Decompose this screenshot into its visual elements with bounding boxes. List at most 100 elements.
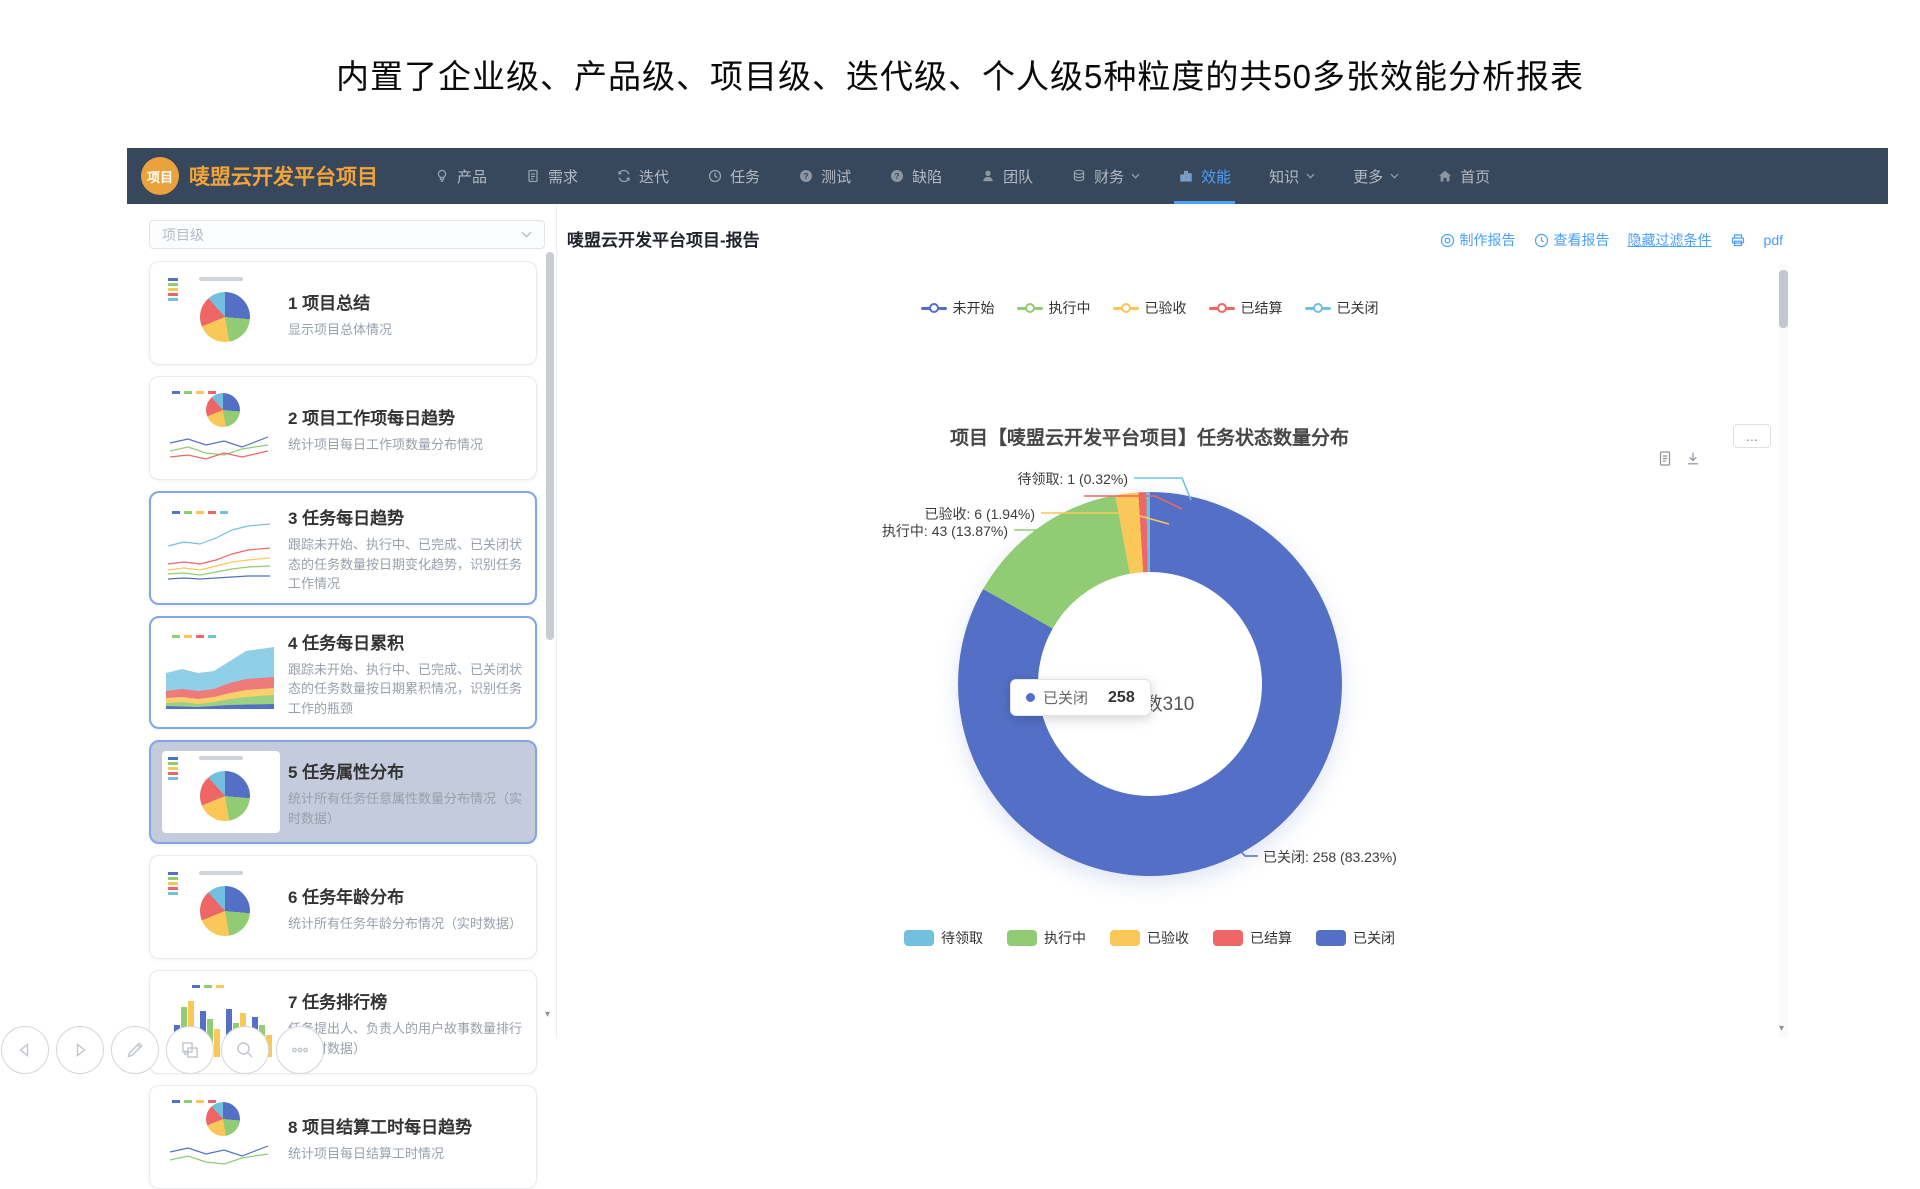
sidebar-scrollbar-thumb[interactable]: [546, 252, 554, 640]
sidebar-scroll-down-arrow[interactable]: ▾: [545, 1010, 550, 1020]
report-level-select[interactable]: 项目级: [149, 220, 545, 249]
callout-pending: 待领取: 1 (0.32%): [1018, 469, 1128, 489]
nav-item-iteration[interactable]: 迭代: [616, 148, 669, 204]
callout-closed: 已关闭: 258 (83.23%): [1263, 847, 1397, 867]
tooltip-series-dot: [1026, 693, 1035, 702]
card-thumbnail-pie-line: [162, 387, 280, 469]
chart-tooltip: 已关闭 258: [1010, 679, 1151, 716]
report-card-2[interactable]: 2 项目工作项每日趋势 统计项目每日工作项数量分布情况: [149, 376, 537, 480]
report-card-5-selected[interactable]: 5 任务属性分布 统计所有任务任意属性数量分布情况（实时数据）: [149, 740, 537, 844]
legend-item-closed[interactable]: 已关闭: [1305, 298, 1379, 318]
question-circle-icon: ?: [798, 168, 814, 184]
chart-more-button[interactable]: ...: [1733, 424, 1771, 448]
chevron-down-icon: [1390, 173, 1399, 179]
report-card-3[interactable]: 3 任务每日趋势 跟踪未开始、执行中、已完成、已关闭状态的任务数量按日期变化趋势…: [149, 491, 537, 605]
clock-icon: [707, 168, 723, 184]
tooltip-series-value: 258: [1108, 689, 1135, 707]
legend-item-running[interactable]: 执行中: [1007, 928, 1086, 948]
card-thumbnail-pie: [162, 751, 280, 833]
card-thumbnail-line: [162, 507, 280, 589]
nav-item-finance[interactable]: 财务: [1071, 148, 1140, 204]
file-icon: [525, 168, 541, 184]
nav-item-more[interactable]: 更多: [1353, 148, 1399, 204]
report-card-4[interactable]: 4 任务每日累积 跟踪未开始、执行中、已完成、已关闭状态的任务数量按日期累积情况…: [149, 616, 537, 730]
pen-button[interactable]: [111, 1026, 159, 1074]
slide-overview-button[interactable]: [166, 1026, 214, 1074]
report-sidebar: 项目级 1 项目总结 显示项目总体情况: [127, 204, 557, 1038]
arrow-left-icon: [14, 1039, 36, 1061]
svg-text:?: ?: [803, 171, 808, 181]
printer-icon: [1730, 233, 1746, 248]
chevron-down-icon: [1131, 173, 1140, 179]
chart-toolbox: [1657, 450, 1701, 467]
chevron-down-icon: [1306, 173, 1315, 179]
bug-icon: ?: [889, 168, 905, 184]
select-placeholder: 项目级: [162, 225, 204, 245]
card-thumbnail-area: [162, 631, 280, 713]
ellipsis-icon: [289, 1039, 311, 1061]
view-report-link[interactable]: 查看报告: [1534, 230, 1610, 250]
pen-icon: [124, 1039, 146, 1061]
trend-chart-legend: 未开始 执行中 已验收 已结算 已关闭: [557, 298, 1742, 318]
project-name[interactable]: 唛盟云开发平台项目: [189, 161, 378, 191]
person-icon: [980, 168, 996, 184]
magnifier-icon: [234, 1039, 256, 1061]
nav-menu: 产品 需求 迭代 任务 ? 测试 ? 缺陷: [434, 148, 1490, 204]
nav-item-knowledge[interactable]: 知识: [1269, 148, 1315, 204]
legend-item-running[interactable]: 执行中: [1017, 298, 1091, 318]
more-options-button[interactable]: [276, 1026, 324, 1074]
nav-item-product[interactable]: 产品: [434, 148, 487, 204]
report-card-1[interactable]: 1 项目总结 显示项目总体情况: [149, 261, 537, 365]
next-slide-button[interactable]: [56, 1026, 104, 1074]
arrow-right-icon: [69, 1039, 91, 1061]
legend-item-settled[interactable]: 已结算: [1213, 928, 1292, 948]
svg-text:?: ?: [894, 171, 899, 181]
nav-item-team[interactable]: 团队: [980, 148, 1033, 204]
report-card-6[interactable]: 6 任务年龄分布 统计所有任务年龄分布情况（实时数据）: [149, 855, 537, 959]
navbar: 项目 唛盟云开发平台项目 产品 需求 迭代 任务 ? 测试: [127, 148, 1888, 204]
main-scrollbar[interactable]: [1779, 264, 1788, 1038]
target-icon: [1440, 233, 1455, 248]
app-window: 项目 唛盟云开发平台项目 产品 需求 迭代 任务 ? 测试: [127, 148, 1888, 1038]
card-thumbnail-pie: [162, 866, 280, 948]
tooltip-series-name: 已关闭: [1043, 687, 1088, 708]
project-logo-badge: 项目: [141, 157, 179, 195]
card-thumbnail-pie-line: [162, 1096, 280, 1178]
nav-item-task[interactable]: 任务: [707, 148, 760, 204]
legend-item-settled[interactable]: 已结算: [1209, 298, 1283, 318]
zoom-button[interactable]: [221, 1026, 269, 1074]
report-main: 唛盟云开发平台项目-报告 制作报告 查看报告 隐藏过滤条件 pdf: [557, 204, 1888, 1038]
print-button[interactable]: [1730, 233, 1746, 248]
hide-filter-link[interactable]: 隐藏过滤条件: [1628, 230, 1712, 250]
main-scrollbar-thumb[interactable]: [1779, 270, 1788, 328]
legend-item-accepted[interactable]: 已验收: [1110, 928, 1189, 948]
card-thumbnail-pie: [162, 272, 280, 354]
clock-icon: [1534, 233, 1549, 248]
iterate-icon: [616, 168, 632, 184]
pie-legend: 待领取 执行中 已验收 已结算 已关闭: [557, 928, 1742, 948]
callout-running: 执行中: 43 (13.87%): [882, 521, 1008, 541]
home-icon: [1437, 168, 1453, 184]
legend-item-not-started[interactable]: 未开始: [921, 298, 995, 318]
sidebar-scrollbar[interactable]: [546, 252, 554, 1012]
bar-chart-icon: [1178, 168, 1194, 184]
slides-icon: [179, 1039, 201, 1061]
nav-item-home[interactable]: 首页: [1437, 148, 1490, 204]
nav-item-test[interactable]: ? 测试: [798, 148, 851, 204]
chevron-down-icon: [521, 231, 532, 238]
legend-item-accepted[interactable]: 已验收: [1113, 298, 1187, 318]
pdf-link[interactable]: pdf: [1764, 232, 1783, 248]
slide-heading: 内置了企业级、产品级、项目级、迭代级、个人级5种粒度的共50多张效能分析报表: [0, 50, 1920, 98]
legend-item-pending[interactable]: 待领取: [904, 928, 983, 948]
nav-item-bug[interactable]: ? 缺陷: [889, 148, 942, 204]
nav-item-performance[interactable]: 效能: [1178, 148, 1231, 204]
chart-title: 项目【唛盟云开发平台项目】任务状态数量分布: [557, 423, 1742, 450]
nav-item-story[interactable]: 需求: [525, 148, 578, 204]
prev-slide-button[interactable]: [1, 1026, 49, 1074]
data-view-icon[interactable]: [1657, 450, 1673, 467]
legend-item-closed[interactable]: 已关闭: [1316, 928, 1395, 948]
download-icon[interactable]: [1685, 450, 1701, 467]
make-report-link[interactable]: 制作报告: [1440, 230, 1516, 250]
report-card-8[interactable]: 8 项目结算工时每日趋势 统计项目每日结算工时情况: [149, 1085, 537, 1189]
main-scroll-down-arrow[interactable]: ▾: [1779, 1024, 1784, 1034]
